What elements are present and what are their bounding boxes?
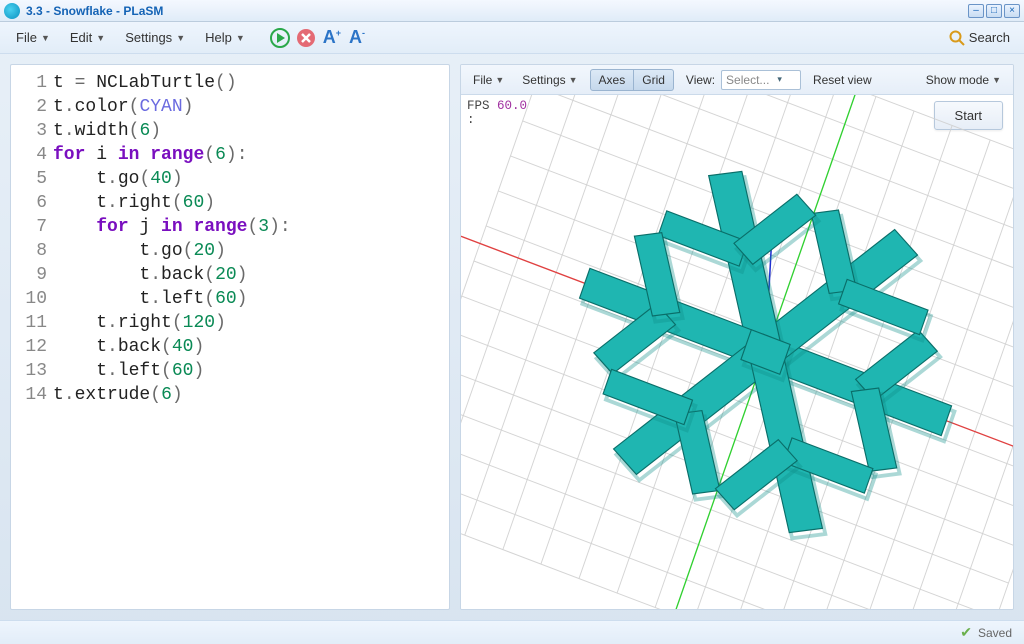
chevron-down-icon: ▼ xyxy=(41,33,50,43)
close-button[interactable]: × xyxy=(1004,4,1020,18)
menu-edit[interactable]: Edit▼ xyxy=(62,26,113,49)
snowflake-render xyxy=(461,95,1013,609)
view-select[interactable]: Select... ▾ xyxy=(721,70,801,90)
app-icon xyxy=(4,3,20,19)
font-increase-button[interactable]: A+ xyxy=(321,27,343,48)
viewer-menu-settings[interactable]: Settings▼ xyxy=(516,71,583,89)
chevron-down-icon: ▼ xyxy=(236,33,245,43)
show-mode-menu[interactable]: Show mode▼ xyxy=(920,71,1007,89)
chevron-down-icon: ▾ xyxy=(777,74,782,85)
chevron-down-icon: ▼ xyxy=(495,75,504,85)
line-number-gutter: 1 2 3 4 5 6 7 8 9 10 11 12 13 14 xyxy=(15,71,53,603)
reset-view-button[interactable]: Reset view xyxy=(807,71,878,89)
saved-status: Saved xyxy=(978,626,1012,640)
viewer-pane: File▼ Settings▼ Axes Grid View: Select..… xyxy=(460,64,1014,610)
viewer-canvas[interactable]: FPS 60.0: Start xyxy=(461,95,1013,609)
viewer-menu-file[interactable]: File▼ xyxy=(467,71,510,89)
chevron-down-icon: ▼ xyxy=(96,33,105,43)
code-content[interactable]: t = NCLabTurtle()t.color(CYAN)t.width(6)… xyxy=(53,71,445,603)
minimize-button[interactable]: – xyxy=(968,4,984,18)
status-bar: ✔ Saved xyxy=(0,620,1024,644)
menu-settings[interactable]: Settings▼ xyxy=(117,26,193,49)
view-label: View: xyxy=(680,71,715,89)
chevron-down-icon: ▼ xyxy=(992,75,1001,85)
chevron-down-icon: ▼ xyxy=(176,33,185,43)
maximize-button[interactable]: □ xyxy=(986,4,1002,18)
search-button[interactable]: Search xyxy=(949,30,1016,46)
axes-grid-toggle: Axes Grid xyxy=(590,69,674,91)
workspace: 1 2 3 4 5 6 7 8 9 10 11 12 13 14 t = NCL… xyxy=(0,54,1024,620)
main-menubar: File▼ Edit▼ Settings▼ Help▼ A+ A- Search xyxy=(0,22,1024,54)
axes-toggle[interactable]: Axes xyxy=(590,69,635,91)
search-icon xyxy=(949,30,965,46)
run-button[interactable] xyxy=(269,27,291,49)
menu-help[interactable]: Help▼ xyxy=(197,26,253,49)
view-select-placeholder: Select... xyxy=(726,73,769,87)
window-titlebar: 3.3 - Snowflake - PLaSM – □ × xyxy=(0,0,1024,22)
window-title: 3.3 - Snowflake - PLaSM xyxy=(26,4,966,18)
grid-toggle[interactable]: Grid xyxy=(634,69,674,91)
check-icon: ✔ xyxy=(960,624,972,641)
chevron-down-icon: ▼ xyxy=(569,75,578,85)
stop-button[interactable] xyxy=(295,27,317,49)
menu-file[interactable]: File▼ xyxy=(8,26,58,49)
viewer-toolbar: File▼ Settings▼ Axes Grid View: Select..… xyxy=(461,65,1013,95)
font-decrease-button[interactable]: A- xyxy=(347,27,367,48)
search-label: Search xyxy=(969,30,1010,45)
code-editor[interactable]: 1 2 3 4 5 6 7 8 9 10 11 12 13 14 t = NCL… xyxy=(10,64,450,610)
